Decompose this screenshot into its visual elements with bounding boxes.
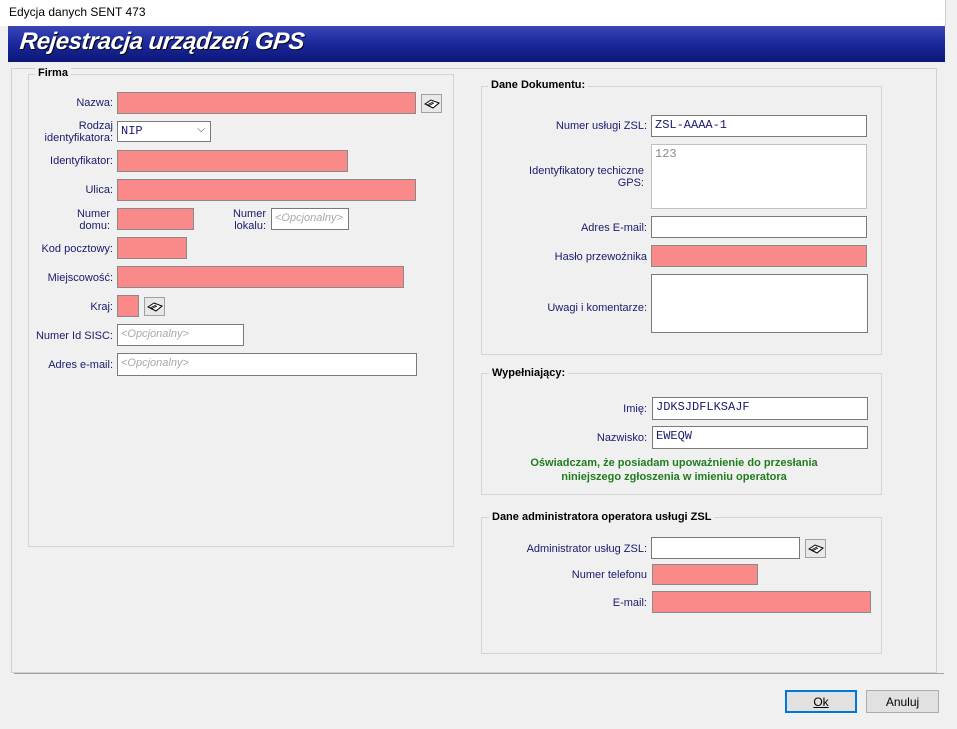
nazwisko-field[interactable]: EWEQW bbox=[652, 426, 868, 449]
admin-label: Administrator usług ZSL: bbox=[526, 543, 647, 555]
rodzaj-select[interactable]: NIP ⌵ bbox=[117, 121, 211, 142]
imie-field[interactable]: JDKSJDFLKSAJF bbox=[652, 397, 868, 420]
kod-pocztowy-label: Kod pocztowy: bbox=[41, 243, 113, 255]
nazwisko-label: Nazwisko: bbox=[596, 432, 647, 444]
book-lookup-icon bbox=[423, 98, 440, 109]
anuluj-button-label: Anuluj bbox=[885, 694, 920, 709]
adres-email-field[interactable] bbox=[651, 216, 867, 238]
kraj-lookup-button[interactable] bbox=[144, 297, 165, 316]
numer-uslugi-label: Numer usługi ZSL: bbox=[555, 120, 647, 132]
identyfikatory-value: 123 bbox=[655, 147, 677, 161]
numer-lokalu-placeholder: <Opcjonalny> bbox=[275, 212, 343, 224]
rodzaj-value: NIP bbox=[121, 124, 143, 138]
book-lookup-icon bbox=[146, 301, 163, 312]
nazwa-lookup-button[interactable] bbox=[421, 94, 442, 113]
numer-lokalu-label: Numer lokalu: bbox=[232, 208, 266, 232]
sisc-label: Numer Id SISC: bbox=[35, 330, 113, 342]
numer-uslugi-value: ZSL-AAAA-1 bbox=[655, 118, 728, 132]
numer-domu-field[interactable] bbox=[117, 208, 194, 230]
uwagi-label: Uwagi i komentarze: bbox=[547, 302, 647, 314]
kod-pocztowy-field[interactable] bbox=[117, 237, 187, 259]
kraj-field[interactable] bbox=[117, 295, 139, 317]
ulica-field[interactable] bbox=[117, 179, 416, 201]
identyfikator-field[interactable] bbox=[117, 150, 348, 172]
identyfikator-label: Identyfikator: bbox=[50, 155, 113, 167]
footer-separator bbox=[14, 673, 944, 674]
numer-domu-label: Numer domu: bbox=[76, 208, 110, 232]
imie-value: JDKSJDFLKSAJF bbox=[656, 400, 750, 414]
declaration-line-1: Oświadczam, że posiadam upoważnienie do … bbox=[530, 457, 818, 469]
admin-email-field[interactable] bbox=[652, 591, 871, 613]
kraj-label: Kraj: bbox=[90, 301, 113, 313]
firma-group-title: Firma bbox=[35, 67, 71, 79]
admin-lookup-button[interactable] bbox=[805, 539, 826, 558]
nazwa-label: Nazwa: bbox=[76, 97, 113, 109]
banner: Rejestracja urządzeń GPS bbox=[8, 26, 945, 62]
ok-button-label: Ok bbox=[813, 694, 829, 709]
book-lookup-icon bbox=[807, 543, 824, 554]
administrator-group-title: Dane administratora operatora usługi ZSL bbox=[489, 511, 715, 523]
wypelniajacy-group-title: Wypełniający: bbox=[489, 367, 569, 379]
window-title-bar: Edycja danych SENT 473 bbox=[0, 0, 946, 26]
sisc-placeholder: <Opcjonalny> bbox=[121, 328, 189, 340]
haslo-field[interactable] bbox=[651, 245, 867, 267]
uwagi-textarea[interactable] bbox=[651, 274, 868, 333]
miejscowosc-label: Miejscowość: bbox=[47, 272, 113, 284]
imie-label: Imię: bbox=[623, 403, 647, 415]
chevron-down-icon: ⌵ bbox=[197, 124, 205, 135]
telefon-label: Numer telefonu bbox=[571, 569, 647, 581]
rodzaj-label: Rodzaj identyfikatora: bbox=[44, 120, 113, 144]
declaration-text: Oświadczam, że posiadam upoważnienie do … bbox=[488, 456, 860, 484]
identyfikatory-textarea[interactable]: 123 bbox=[651, 144, 867, 209]
anuluj-button[interactable]: Anuluj bbox=[866, 690, 939, 713]
miejscowosc-field[interactable] bbox=[117, 266, 404, 288]
nazwa-field[interactable] bbox=[117, 92, 416, 114]
window-title: Edycja danych SENT 473 bbox=[9, 5, 146, 19]
ulica-label: Ulica: bbox=[85, 184, 113, 196]
nazwisko-value: EWEQW bbox=[656, 429, 693, 443]
banner-title: Rejestracja urządzeń GPS bbox=[18, 28, 306, 55]
admin-field[interactable] bbox=[651, 537, 800, 559]
declaration-line-2: niniejszego zgłoszenia w imieniu operato… bbox=[561, 471, 787, 483]
sisc-field[interactable]: <Opcjonalny> bbox=[117, 324, 244, 346]
ok-button[interactable]: Ok bbox=[785, 690, 857, 713]
identyfikatory-label: Identyfikatory techiczne GPS: bbox=[529, 165, 644, 189]
numer-uslugi-field[interactable]: ZSL-AAAA-1 bbox=[651, 115, 867, 137]
admin-email-label: E-mail: bbox=[612, 597, 647, 609]
email-label: Adres e-mail: bbox=[48, 359, 113, 371]
email-placeholder: <Opcjonalny> bbox=[121, 357, 189, 369]
adres-email-label: Adres E-mail: bbox=[580, 222, 647, 234]
dokument-group-title: Dane Dokumentu: bbox=[488, 79, 589, 91]
haslo-label: Hasło przewoźnika bbox=[554, 251, 647, 263]
telefon-field[interactable] bbox=[652, 564, 758, 585]
numer-lokalu-field[interactable]: <Opcjonalny> bbox=[271, 208, 349, 230]
email-field[interactable]: <Opcjonalny> bbox=[117, 353, 417, 376]
